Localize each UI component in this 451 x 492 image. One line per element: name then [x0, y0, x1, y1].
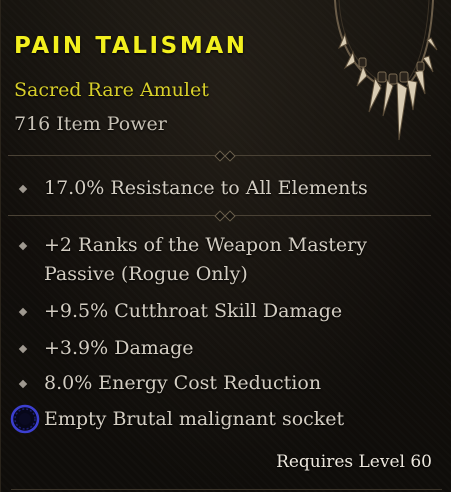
- item-type: Sacred Rare Amulet: [14, 79, 209, 101]
- header-divider: [8, 150, 431, 162]
- affix-text: 8.0% Energy Cost Reduction: [44, 372, 322, 394]
- level-requirement: Requires Level 60: [276, 452, 432, 472]
- malignant-socket-icon: [10, 404, 40, 434]
- diamond-bullet-icon: [18, 241, 28, 251]
- affix-text: +3.9% Damage: [44, 337, 194, 359]
- implicit-divider: [8, 210, 431, 222]
- affix-text: +2 Ranks of the Weapon Mastery: [44, 234, 367, 256]
- affix-text-continued: Passive (Rogue Only): [44, 263, 248, 285]
- diamond-bullet-icon: [18, 307, 28, 317]
- diamond-bullet-icon: [18, 379, 28, 389]
- socket-text: Empty Brutal malignant socket: [44, 408, 345, 430]
- affix-text: +9.5% Cutthroat Skill Damage: [44, 300, 343, 322]
- diamond-bullet-icon: [18, 184, 28, 194]
- item-power: 716 Item Power: [14, 113, 167, 135]
- item-name: PAIN TALISMAN: [14, 33, 248, 59]
- diamond-bullet-icon: [18, 344, 28, 354]
- bottom-border: [1, 486, 451, 492]
- fang-amulet-icon: [334, 0, 438, 141]
- implicit-text: 17.0% Resistance to All Elements: [44, 177, 368, 199]
- item-tooltip: PAIN TALISMAN Sacred Rare Amulet 716 Ite…: [0, 0, 451, 492]
